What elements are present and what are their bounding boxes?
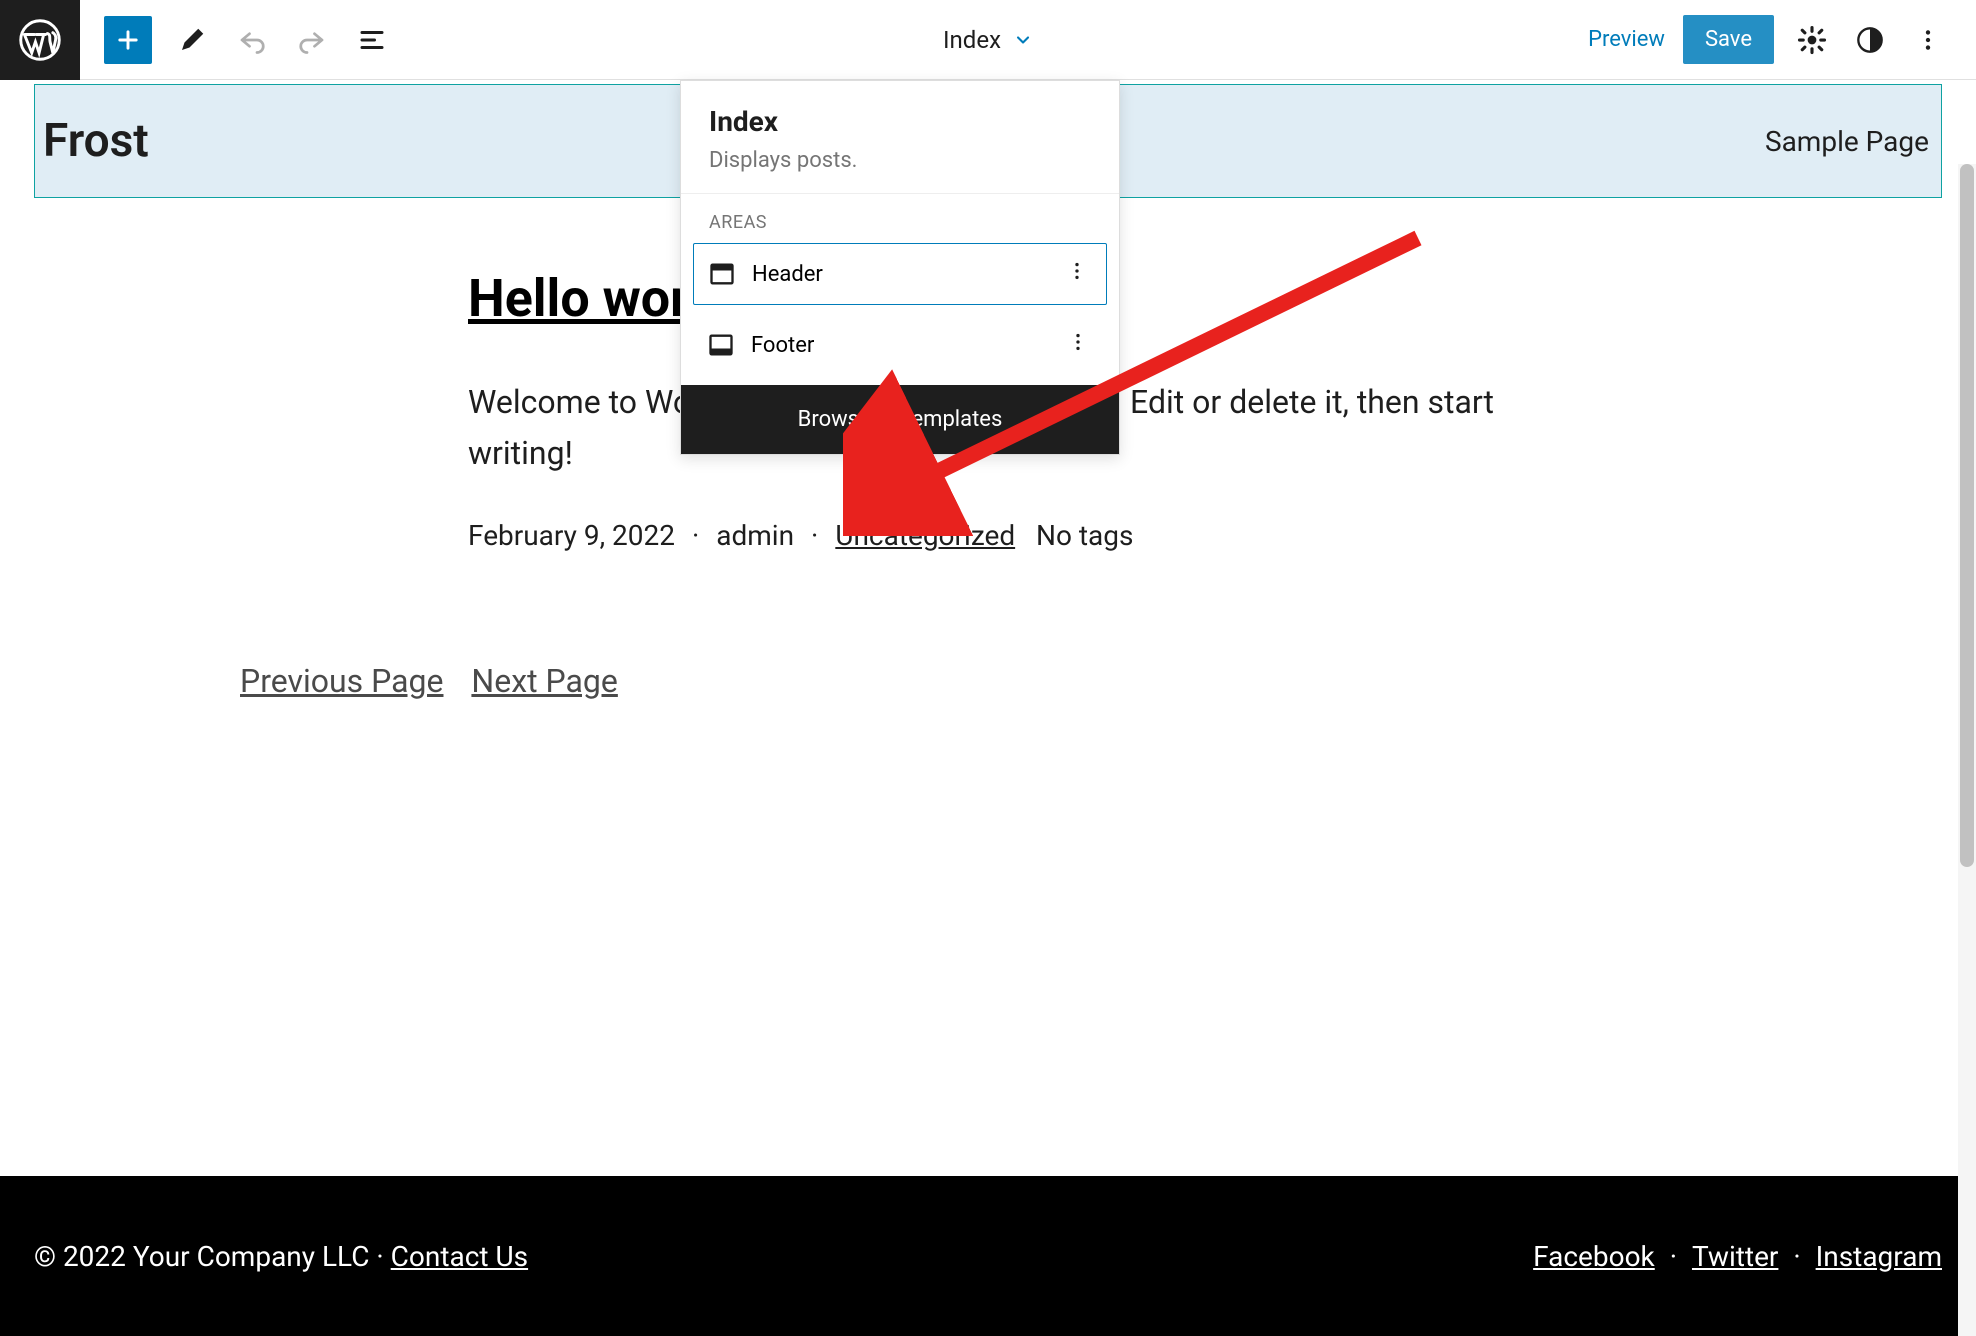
twitter-link[interactable]: Twitter [1692, 1240, 1778, 1273]
template-dropdown: Index Displays posts. AREAS Header Foote… [680, 80, 1120, 455]
post-category[interactable]: Uncategorized [835, 519, 1015, 552]
settings-button[interactable] [1792, 20, 1832, 60]
contrast-icon [1856, 26, 1884, 54]
area-item-header[interactable]: Header [693, 243, 1107, 305]
redo-button[interactable] [292, 20, 332, 60]
toolbar-left [80, 16, 392, 64]
list-view-button[interactable] [352, 20, 392, 60]
dropdown-title: Index [709, 105, 1091, 138]
footer-left: © 2022 Your Company LLC · Contact Us [34, 1240, 528, 1273]
undo-icon [237, 25, 267, 55]
facebook-link[interactable]: Facebook [1533, 1240, 1655, 1273]
area-label: Header [752, 262, 1046, 287]
footer-template-part[interactable]: © 2022 Your Company LLC · Contact Us Fac… [0, 1176, 1976, 1336]
template-selector[interactable]: Index [943, 26, 1033, 54]
post-tags: No tags [1036, 519, 1133, 552]
undo-button[interactable] [232, 20, 272, 60]
dropdown-header: Index Displays posts. [681, 81, 1119, 194]
previous-page-link[interactable]: Previous Page [240, 662, 443, 700]
area-item-footer[interactable]: Footer [693, 315, 1107, 375]
kebab-icon [1066, 260, 1088, 282]
pencil-icon [177, 25, 207, 55]
site-title[interactable]: Frost [43, 114, 149, 168]
area-label: Footer [751, 333, 1047, 358]
scrollbar-thumb[interactable] [1960, 164, 1974, 867]
pagination: Previous Page Next Page [240, 662, 1976, 700]
footer-right: Facebook · Twitter · Instagram [1533, 1240, 1942, 1273]
post-meta: February 9, 2022 · admin · Uncategorized… [468, 519, 1508, 552]
kebab-icon [1067, 331, 1089, 353]
separator-dot: · [811, 519, 818, 552]
plus-icon [114, 26, 142, 54]
separator-dot: · [1786, 1240, 1807, 1273]
redo-icon [297, 25, 327, 55]
list-view-icon [357, 25, 387, 55]
edit-tool-button[interactable] [172, 20, 212, 60]
wordpress-logo-button[interactable] [0, 0, 80, 80]
kebab-icon [1915, 27, 1941, 53]
copyright-text: © 2022 Your Company LLC · [34, 1240, 391, 1273]
template-name-label: Index [943, 26, 1001, 54]
post-date: February 9, 2022 [468, 519, 675, 552]
post-author: admin [716, 519, 794, 552]
styles-button[interactable] [1850, 20, 1890, 60]
chevron-down-icon [1013, 30, 1033, 50]
area-more-button[interactable] [1062, 256, 1092, 292]
nav-item-sample-page[interactable]: Sample Page [1765, 125, 1929, 158]
save-button[interactable]: Save [1683, 15, 1774, 64]
footer-layout-icon [707, 331, 735, 359]
scrollbar[interactable] [1958, 164, 1976, 1336]
separator-dot: · [692, 519, 699, 552]
dropdown-description: Displays posts. [709, 148, 1091, 173]
areas-section-label: AREAS [681, 194, 1119, 243]
header-layout-icon [708, 260, 736, 288]
gear-icon [1797, 25, 1827, 55]
next-page-link[interactable]: Next Page [471, 662, 617, 700]
area-more-button[interactable] [1063, 327, 1093, 363]
contact-link[interactable]: Contact Us [391, 1240, 528, 1273]
wordpress-icon [18, 18, 62, 62]
browse-all-templates-button[interactable]: Browse all templates [681, 385, 1119, 454]
instagram-link[interactable]: Instagram [1816, 1240, 1942, 1273]
editor-topbar: Index Preview Save [0, 0, 1976, 80]
separator-dot: · [1663, 1240, 1684, 1273]
add-block-button[interactable] [104, 16, 152, 64]
preview-button[interactable]: Preview [1588, 27, 1665, 52]
toolbar-right: Preview Save [1588, 15, 1976, 64]
more-options-button[interactable] [1908, 20, 1948, 60]
